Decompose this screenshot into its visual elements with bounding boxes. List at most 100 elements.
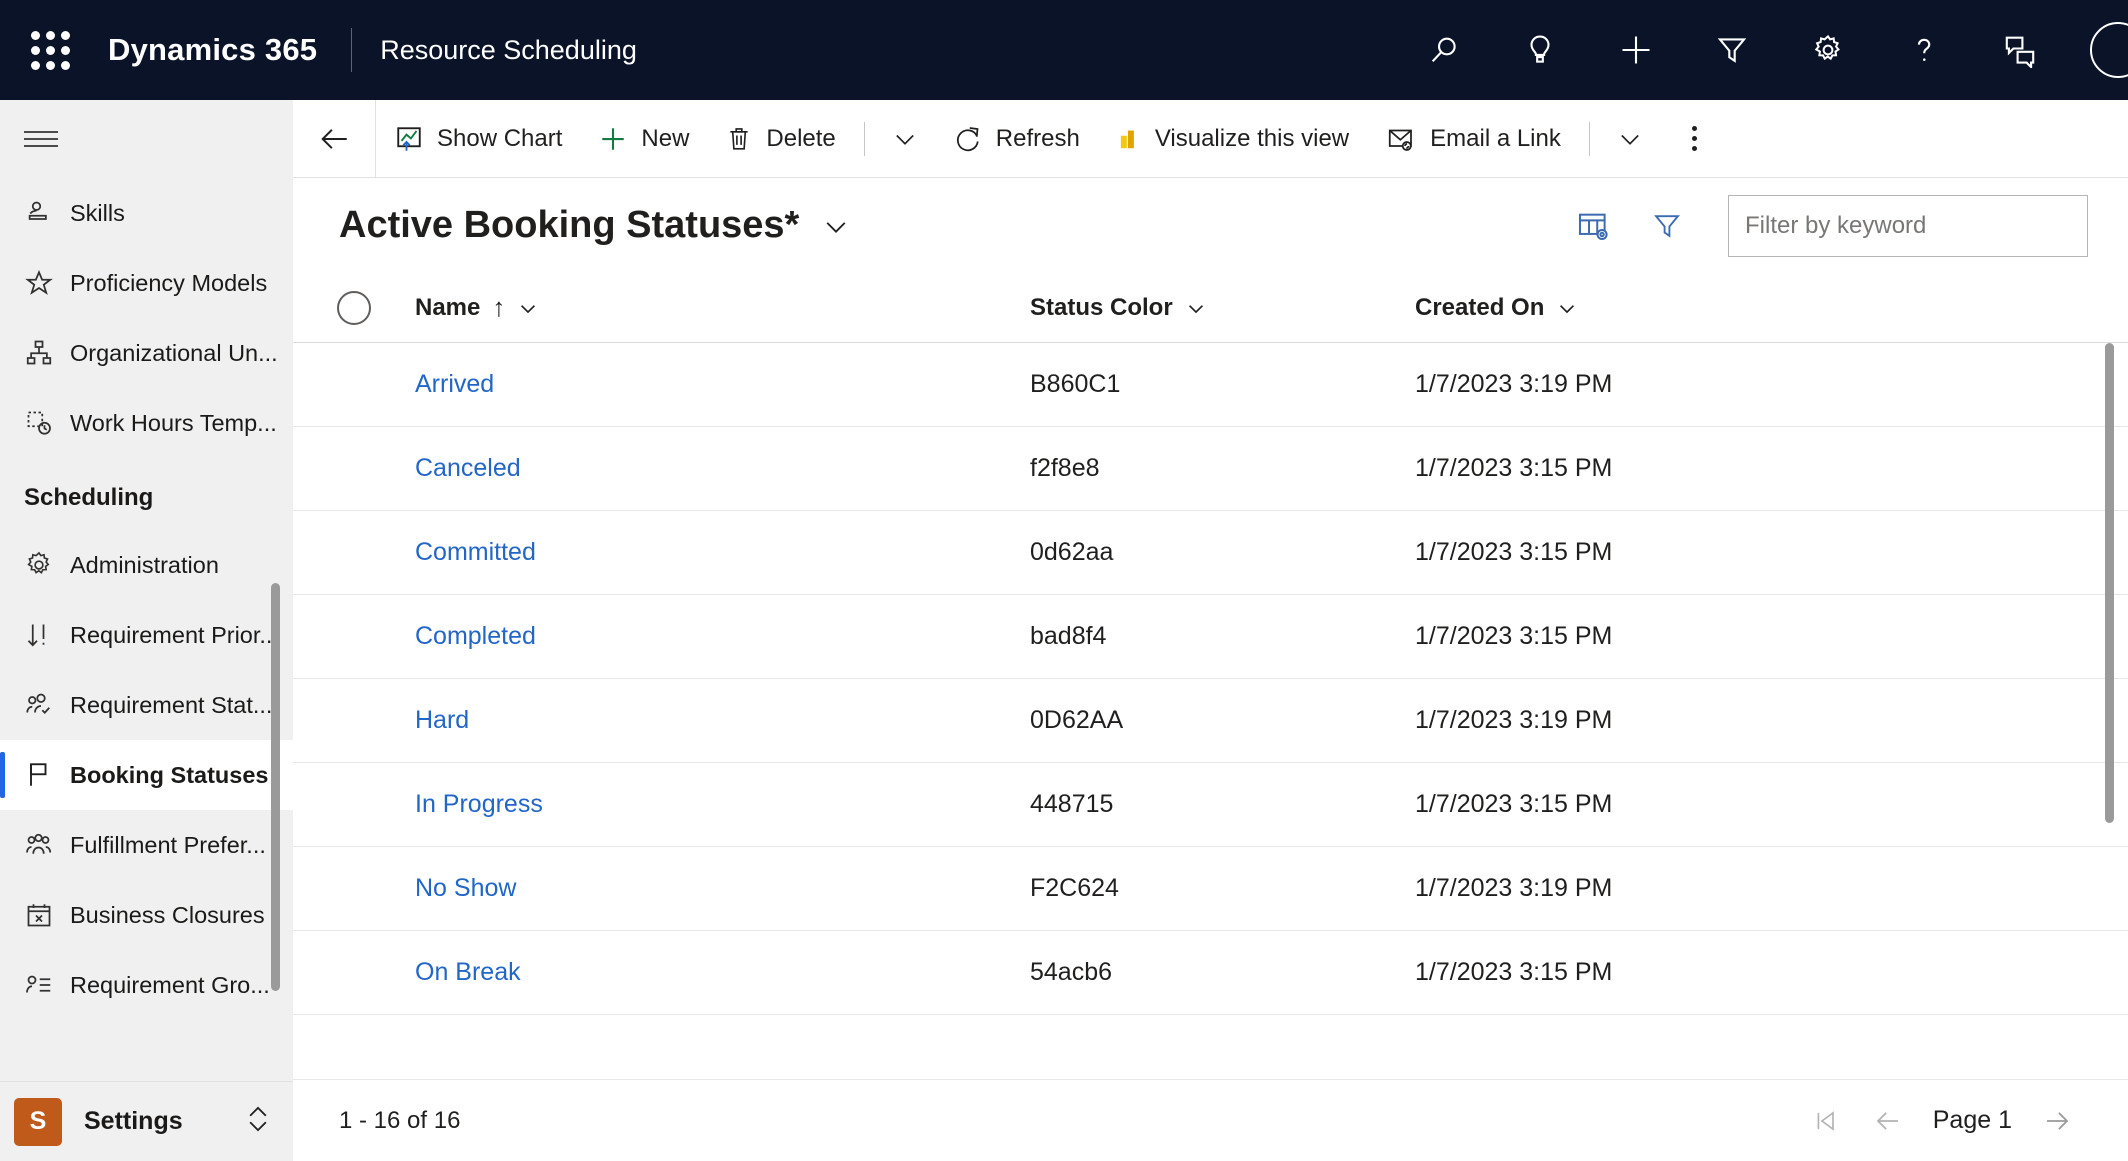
sidebar-item-requirement-groups[interactable]: Requirement Gro... xyxy=(0,950,293,1020)
grid-scrollbar[interactable] xyxy=(2105,343,2114,823)
insights-button[interactable] xyxy=(1492,0,1588,100)
table-row[interactable]: Canceled f2f8e8 1/7/2023 3:15 PM xyxy=(293,427,2128,511)
sidebar-item-business-closures[interactable]: Business Closures xyxy=(0,880,293,950)
page-number-label: Page 1 xyxy=(1932,1106,2012,1134)
delete-overflow-chevron-button[interactable] xyxy=(875,100,935,178)
sidebar-item-requirement-statuses[interactable]: Requirement Stat... xyxy=(0,670,293,740)
back-button[interactable] xyxy=(293,100,375,178)
view-filter-button[interactable] xyxy=(1630,191,1704,261)
chart-icon xyxy=(394,124,424,154)
feedback-button[interactable] xyxy=(1972,0,2068,100)
plus-icon xyxy=(1622,36,1650,64)
edit-columns-button[interactable] xyxy=(1556,191,1630,261)
table-row[interactable]: No Show F2C624 1/7/2023 3:19 PM xyxy=(293,847,2128,931)
email-overflow-chevron-button[interactable] xyxy=(1600,100,1660,178)
cell-name[interactable]: Arrived xyxy=(415,370,1030,399)
advanced-filter-button[interactable] xyxy=(1684,0,1780,100)
email-a-link-button[interactable]: Email a Link xyxy=(1367,100,1579,178)
sidebar-item-organizational-units[interactable]: Organizational Un... xyxy=(0,318,293,388)
select-all-cell[interactable] xyxy=(293,290,415,325)
column-header-created-on[interactable]: Created On xyxy=(1415,294,1935,322)
people-icon xyxy=(24,830,70,860)
new-button[interactable]: New xyxy=(580,100,707,178)
cell-status-color: 54acb6 xyxy=(1030,958,1113,986)
cell-created-on: 1/7/2023 3:19 PM xyxy=(1415,706,1613,734)
visualize-this-view-button[interactable]: Visualize this view xyxy=(1098,100,1367,178)
table-row[interactable]: Committed 0d62aa 1/7/2023 3:15 PM xyxy=(293,511,2128,595)
sort-icon xyxy=(24,620,70,650)
email-link-icon xyxy=(1385,124,1417,154)
search-input[interactable] xyxy=(1728,194,2088,257)
cell-name[interactable]: On Break xyxy=(415,958,1030,987)
dynamics-365-app: Dynamics 365 Resource Scheduling Skills … xyxy=(0,0,2128,1161)
table-row[interactable]: In Progress 448715 1/7/2023 3:15 PM xyxy=(293,763,2128,847)
email-link-label: Email a Link xyxy=(1430,124,1561,152)
next-page-button[interactable] xyxy=(2026,1090,2088,1152)
cell-name[interactable]: No Show xyxy=(415,874,1030,903)
sidebar-item-administration[interactable]: Administration xyxy=(0,530,293,600)
cell-name[interactable]: Hard xyxy=(415,706,1030,735)
settings-badge: S xyxy=(14,1097,62,1146)
refresh-button[interactable]: Refresh xyxy=(935,100,1098,178)
page-title: Active Booking Statuses* xyxy=(339,204,800,246)
table-row[interactable]: Hard 0D62AA 1/7/2023 3:19 PM xyxy=(293,679,2128,763)
column-header-label: Name xyxy=(415,293,481,321)
settings-button[interactable] xyxy=(1780,0,1876,100)
more-commands-button[interactable] xyxy=(1660,100,1730,178)
cell-status-color: 448715 xyxy=(1030,790,1114,818)
grid-header-row: Name ↑ Status Color Created On xyxy=(293,273,2128,343)
cell-status-color: bad8f4 xyxy=(1030,622,1107,650)
show-chart-button[interactable]: Show Chart xyxy=(376,100,580,178)
cell-status-color: 0D62AA xyxy=(1030,706,1124,734)
sidebar-item-booking-statuses[interactable]: Booking Statuses xyxy=(0,740,293,810)
cell-status-color: f2f8e8 xyxy=(1030,454,1100,482)
previous-page-button[interactable] xyxy=(1857,1090,1919,1152)
new-record-button[interactable] xyxy=(1588,0,1684,100)
sidebar-scrollbar[interactable] xyxy=(271,583,280,991)
flag-icon xyxy=(24,760,70,790)
table-row[interactable]: On Break 54acb6 1/7/2023 3:15 PM xyxy=(293,931,2128,1015)
sidebar-item-label: Organizational Un... xyxy=(70,339,278,366)
column-header-name[interactable]: Name ↑ xyxy=(415,292,1030,323)
sort-ascending-icon: ↑ xyxy=(492,292,506,322)
previous-page-icon xyxy=(1876,1111,1898,1130)
select-all-checkbox[interactable] xyxy=(337,290,371,325)
cell-name[interactable]: In Progress xyxy=(415,790,1030,819)
chevron-down-icon xyxy=(1188,304,1203,313)
app-body: Skills Proficiency Models Organizational… xyxy=(0,99,2128,1161)
settings-area-switcher[interactable]: S Settings xyxy=(0,1081,293,1161)
settings-label: Settings xyxy=(84,1107,183,1135)
search-icon xyxy=(1431,37,1456,63)
waffle-icon xyxy=(30,30,70,70)
main-content: Show Chart New Delete Refresh Visualize … xyxy=(293,99,2128,1161)
user-avatar-button[interactable] xyxy=(2068,0,2128,100)
sidebar-item-work-hours-templates[interactable]: Work Hours Temp... xyxy=(0,388,293,458)
view-header: Active Booking Statuses* xyxy=(293,178,2128,273)
star-icon xyxy=(24,268,70,298)
cell-name[interactable]: Committed xyxy=(415,538,1030,567)
help-button[interactable] xyxy=(1876,0,1972,100)
sidebar-item-skills[interactable]: Skills xyxy=(0,178,293,248)
table-row[interactable]: Completed bad8f4 1/7/2023 3:15 PM xyxy=(293,595,2128,679)
sidebar-item-requirement-priorities[interactable]: Requirement Prior... xyxy=(0,600,293,670)
sitemap-toggle-button[interactable] xyxy=(0,100,293,178)
cell-name[interactable]: Completed xyxy=(415,622,1030,651)
cell-status-color: B860C1 xyxy=(1030,370,1121,398)
table-row[interactable]: Arrived B860C1 1/7/2023 3:19 PM xyxy=(293,343,2128,427)
first-page-button[interactable] xyxy=(1795,1090,1857,1152)
cell-name[interactable]: Canceled xyxy=(415,454,1030,483)
delete-button[interactable]: Delete xyxy=(707,100,853,178)
chevron-down-icon xyxy=(826,221,846,233)
trash-icon xyxy=(725,124,753,154)
gear-icon xyxy=(1814,34,1840,61)
view-selector-button[interactable] xyxy=(821,211,851,241)
sidebar-item-label: Proficiency Models xyxy=(70,269,268,296)
work-hours-icon xyxy=(24,408,70,438)
sidebar-item-proficiency-models[interactable]: Proficiency Models xyxy=(0,248,293,318)
app-launcher-button[interactable] xyxy=(0,0,100,100)
sidebar-item-label: Requirement Stat... xyxy=(70,691,273,718)
search-button[interactable] xyxy=(1396,0,1492,100)
column-header-label: Created On xyxy=(1415,293,1545,321)
column-header-status-color[interactable]: Status Color xyxy=(1030,294,1415,322)
sidebar-item-fulfillment-preferences[interactable]: Fulfillment Prefer... xyxy=(0,810,293,880)
